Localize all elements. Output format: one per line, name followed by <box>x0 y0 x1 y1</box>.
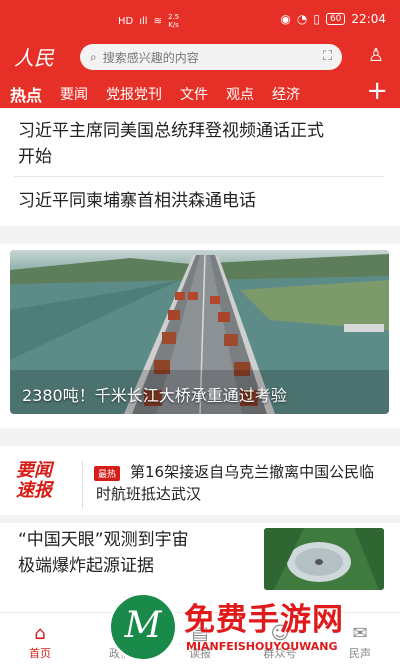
scan-icon[interactable]: ⛶ <box>323 49 332 64</box>
search-icon: ⌕ <box>90 49 97 64</box>
flash-logo-line: 速报 <box>16 480 52 501</box>
signal-icon: ıll <box>139 15 148 27</box>
flash-headline: 第16架接返自乌克兰撤离中国公民临时航班抵达武汉 <box>96 463 375 503</box>
hero-caption: 2380吨！千米长江大桥承重通过考验 <box>22 386 287 405</box>
headline-text: 开始 <box>18 147 52 167</box>
headline-item[interactable]: 习近平主席同美国总统拜登视频通话正式 开始 <box>18 118 324 170</box>
tab-news[interactable]: 要闻 <box>60 84 88 104</box>
channel-tabs: 热点 要闻 党报党刊 文件 观点 经济 + <box>0 76 400 108</box>
app-logo: 人民 <box>14 46 54 70</box>
tab-hot[interactable]: 热点 <box>10 82 42 106</box>
news-card-title[interactable]: “中国天眼”观测到宇宙 极端爆炸起源证据 <box>18 527 248 579</box>
app-header: 人民 ⌕ 搜索感兴趣的内容 ⛶ ♙ <box>0 36 400 80</box>
nav-label: 首页 <box>29 647 51 660</box>
headline-item[interactable]: 习近平同柬埔寨首相洪森通电话 <box>18 188 256 214</box>
clock: 22:04 <box>351 12 386 26</box>
hd-indicator: HD <box>118 15 134 27</box>
flash-logo-line: 要闻 <box>16 460 52 481</box>
vibrate-icon: ▯ <box>313 12 320 26</box>
section-gap <box>0 226 400 244</box>
hero-card[interactable]: 2380吨！千米长江大桥承重通过考验 <box>10 250 389 414</box>
wifi-icon: ≋ <box>153 15 162 27</box>
watermark-logo: M <box>108 592 178 662</box>
user-icon[interactable]: ♙ <box>368 45 384 66</box>
add-channel-icon[interactable]: + <box>366 76 388 106</box>
watermark-subtitle: MIANFEISHOUYOUWANG <box>186 640 338 653</box>
tab-opinion[interactable]: 观点 <box>226 84 254 104</box>
search-bar[interactable]: ⌕ 搜索感兴趣的内容 ⛶ <box>80 44 342 70</box>
headline-text: 习近平同柬埔寨首相洪森通电话 <box>18 191 256 211</box>
divider <box>82 461 83 509</box>
flash-logo: 要闻 速报 <box>16 461 52 501</box>
watermark: M 免费手游网 MIANFEISHOUYOUWANG <box>108 588 398 664</box>
home-icon: ⌂ <box>34 623 46 644</box>
eye-icon: ◉ <box>280 12 291 26</box>
tab-party-press[interactable]: 党报党刊 <box>106 84 162 104</box>
network-speed: 2.5 K/s <box>167 13 180 29</box>
headline-text: 习近平主席同美国总统拜登视频通话正式 <box>18 121 324 141</box>
news-card-line: “中国天眼”观测到宇宙 <box>18 530 189 550</box>
watermark-title: 免费手游网 <box>184 602 344 638</box>
tab-economy[interactable]: 经济 <box>272 84 300 104</box>
status-bar: HD ıll ≋ 2.5 K/s ◉ ◔ ▯ 60 22:04 <box>0 0 400 36</box>
news-card-line: 极端爆炸起源证据 <box>18 556 154 576</box>
section-gap <box>0 515 400 523</box>
nav-home[interactable]: ⌂ 首页 <box>10 623 70 661</box>
news-card-thumbnail[interactable] <box>264 528 384 590</box>
battery-indicator: 60 <box>325 13 346 25</box>
news-flash[interactable]: 要闻 速报 最热 第16架接返自乌克兰撤离中国公民临时航班抵达武汉 <box>0 455 400 515</box>
tab-documents[interactable]: 文件 <box>180 84 208 104</box>
section-gap <box>0 428 400 446</box>
search-placeholder: 搜索感兴趣的内容 <box>102 50 199 65</box>
divider <box>14 176 384 177</box>
alarm-icon: ◔ <box>296 12 308 26</box>
telescope-photo <box>264 528 384 590</box>
